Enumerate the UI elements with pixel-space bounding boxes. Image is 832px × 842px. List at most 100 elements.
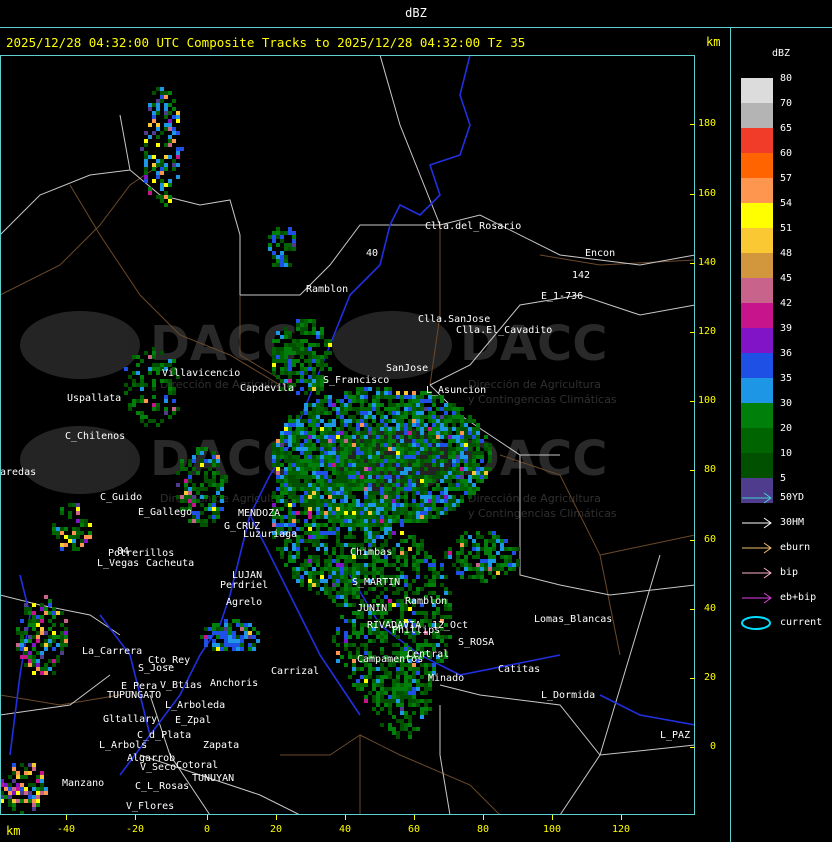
echo-pixel [280,463,284,467]
echo-pixel [316,343,320,347]
echo-pixel [324,351,328,355]
echo-pixel [472,459,476,463]
echo-pixel [28,783,32,787]
echo-pixel [44,643,48,647]
echo-pixel [356,395,360,399]
echo-pixel [384,391,388,395]
echo-pixel [328,411,332,415]
radar-map[interactable]: DACC DACC DACC DACC Dirección de Agricul… [0,55,695,815]
echo-pixel [364,415,368,419]
echo-pixel [292,495,296,499]
echo-pixel [332,499,336,503]
echo-pixel [444,503,448,507]
echo-pixel [468,419,472,423]
echo-pixel [368,571,372,575]
echo-pixel [396,567,400,571]
echo-pixel [44,611,48,615]
echo-pixel [312,503,316,507]
echo-pixel [272,463,276,467]
echo-pixel [416,399,420,403]
echo-pixel [364,439,368,443]
echo-pixel [320,443,324,447]
echo-pixel [408,535,412,539]
echo-pixel [344,543,348,547]
echo-pixel [348,487,352,491]
echo-pixel [352,563,356,567]
echo-pixel [464,467,468,471]
echo-pixel [412,467,416,471]
echo-pixel [384,471,388,475]
echo-pixel [412,479,416,483]
echo-pixel [288,375,292,379]
echo-pixel [316,471,320,475]
echo-pixel [296,323,300,327]
echo-pixel [344,411,348,415]
echo-pixel [404,559,408,563]
echo-pixel [424,483,428,487]
echo-pixel [436,455,440,459]
echo-pixel [396,667,400,671]
echo-pixel [160,159,164,163]
echo-pixel [416,423,420,427]
echo-pixel [276,467,280,471]
echo-pixel [60,647,64,651]
echo-pixel [224,635,228,639]
echo-pixel [380,451,384,455]
echo-pixel [56,611,60,615]
echo-pixel [444,459,448,463]
echo-pixel [376,407,380,411]
echo-pixel [408,423,412,427]
echo-pixel [24,603,28,607]
echo-pixel [440,451,444,455]
echo-pixel [20,639,24,643]
echo-pixel [320,479,324,483]
echo-pixel [152,179,156,183]
echo-pixel [300,327,304,331]
echo-pixel [400,455,404,459]
echo-pixel [28,651,32,655]
echo-pixel [416,463,420,467]
echo-pixel [64,643,68,647]
echo-pixel [304,391,308,395]
echo-pixel [304,475,308,479]
echo-pixel [348,603,352,607]
echo-pixel [412,423,416,427]
echo-pixel [332,459,336,463]
echo-pixel [452,463,456,467]
echo-pixel [360,471,364,475]
echo-pixel [328,531,332,535]
echo-pixel [168,199,172,203]
echo-pixel [484,543,488,547]
echo-pixel [440,407,444,411]
echo-pixel [380,523,384,527]
echo-pixel [480,547,484,551]
echo-pixel [468,483,472,487]
echo-pixel [416,687,420,691]
echo-pixel [332,419,336,423]
echo-pixel [368,531,372,535]
echo-pixel [460,419,464,423]
echo-pixel [340,443,344,447]
echo-pixel [144,131,148,135]
echo-pixel [400,403,404,407]
echo-pixel [288,371,292,375]
echo-pixel [352,443,356,447]
echo-pixel [376,595,380,599]
echo-pixel [176,151,180,155]
echo-pixel [4,783,8,787]
echo-pixel [376,695,380,699]
echo-pixel [480,451,484,455]
echo-pixel [340,519,344,523]
echo-pixel [388,443,392,447]
echo-pixel [328,431,332,435]
echo-pixel [336,543,340,547]
echo-pixel [472,455,476,459]
echo-pixel [308,379,312,383]
echo-pixel [216,635,220,639]
echo-pixel [20,643,24,647]
echo-pixel [324,487,328,491]
echo-pixel [412,611,416,615]
echo-pixel [280,335,284,339]
echo-pixel [380,567,384,571]
echo-pixel [300,371,304,375]
